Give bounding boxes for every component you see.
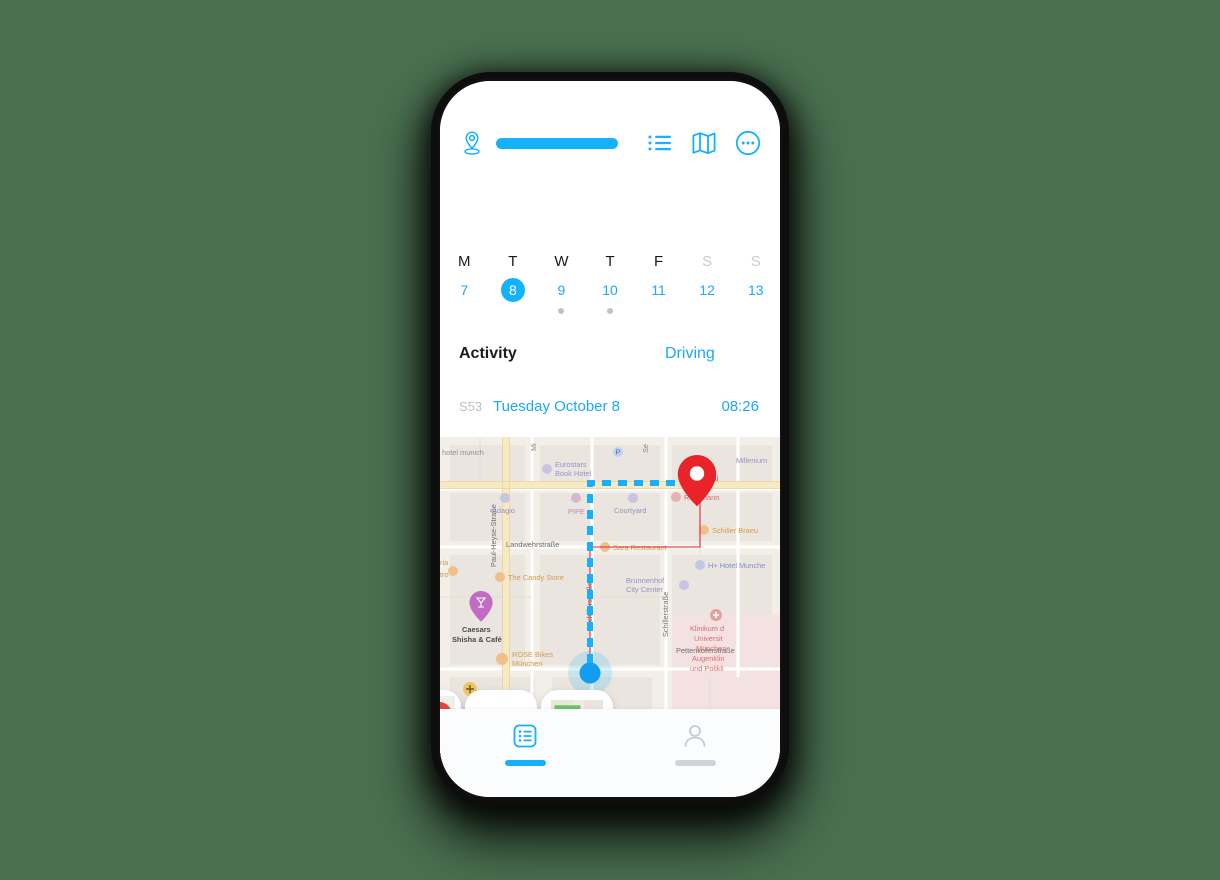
- svg-text:Augenklin: Augenklin: [692, 654, 724, 663]
- trip-time: 08:26: [721, 397, 759, 415]
- day-cell-sat[interactable]: S 12: [683, 253, 732, 325]
- tab-activity[interactable]: [440, 709, 610, 797]
- trip-list-item[interactable]: S53 Tuesday October 8 08:26: [440, 393, 780, 419]
- bottom-tab-bar[interactable]: [440, 709, 780, 797]
- trip-title: Tuesday October 8: [493, 397, 621, 415]
- day-number: 10: [602, 282, 618, 298]
- header-title-redacted: [496, 137, 618, 149]
- svg-text:Landwehrstraße: Landwehrstraße: [506, 540, 559, 549]
- day-number: 11: [651, 282, 666, 298]
- day-letter: S: [702, 253, 713, 270]
- svg-text:Se: Se: [641, 444, 650, 453]
- svg-text:Schillerstraße: Schillerstraße: [661, 592, 670, 637]
- day-cell-sun[interactable]: S 13: [731, 253, 780, 325]
- activity-section-header: Activity Driving: [440, 339, 780, 369]
- svg-text:ROSE Bikes: ROSE Bikes: [512, 650, 553, 659]
- svg-text:hotel munich: hotel munich: [442, 448, 484, 457]
- day-number: 9: [557, 282, 566, 298]
- day-cell-fri[interactable]: F 11: [634, 253, 683, 325]
- list-view-icon[interactable]: [647, 130, 673, 156]
- day-letter: T: [605, 253, 615, 270]
- svg-text:Eurostars: Eurostars: [555, 460, 587, 469]
- svg-text:P: P: [616, 448, 621, 457]
- svg-text:tro: tro: [440, 570, 449, 579]
- day-event-dot: [753, 308, 759, 314]
- day-cell-wed[interactable]: W 9: [537, 253, 586, 325]
- trip-code: S53: [459, 398, 483, 414]
- day-letter: M: [458, 253, 471, 270]
- day-event-dot: [704, 308, 710, 314]
- day-letter: W: [554, 253, 569, 270]
- svg-text:Courtyard: Courtyard: [614, 506, 646, 515]
- svg-text:Schiller Braeu: Schiller Braeu: [712, 526, 758, 535]
- svg-text:Book Hotel: Book Hotel: [555, 469, 592, 478]
- list-document-icon: [512, 723, 538, 749]
- day-event-dot: [461, 308, 467, 314]
- day-number: 12: [699, 282, 715, 298]
- day-letter: S: [750, 253, 761, 270]
- activity-mode-label[interactable]: Driving: [665, 345, 715, 363]
- svg-text:ria: ria: [440, 558, 449, 567]
- day-number: 8: [508, 282, 517, 298]
- week-day-selector[interactable]: M 7 T 8 W 9 T 10 F 11 S 12 S 13: [440, 253, 780, 325]
- svg-text:The Candy Store: The Candy Store: [508, 573, 564, 582]
- tab-profile[interactable]: [610, 709, 780, 797]
- day-cell-thu[interactable]: T 10: [586, 253, 635, 325]
- day-event-dot: [656, 308, 662, 314]
- day-letter: T: [508, 253, 518, 270]
- svg-text:Shisha & Café: Shisha & Café: [452, 635, 502, 644]
- phone-screen: M 7 T 8 W 9 T 10 F 11 S 12 S 13 Activity…: [440, 81, 780, 797]
- day-event-dot: [607, 308, 614, 314]
- app-header: [440, 81, 780, 174]
- day-number: 7: [460, 282, 469, 298]
- map-pin-icon[interactable]: [460, 130, 484, 156]
- more-options-icon[interactable]: [735, 130, 761, 156]
- svg-text:Brunnenhof: Brunnenhof: [626, 576, 665, 585]
- day-number: 13: [747, 282, 764, 298]
- tab-indicator-inactive: [674, 760, 716, 766]
- svg-text:H+ Hotel Munche: H+ Hotel Munche: [708, 561, 765, 570]
- day-event-dot: [510, 308, 516, 314]
- svg-text:München: München: [696, 644, 726, 653]
- tab-indicator-active: [504, 760, 546, 766]
- svg-text:Adagio: Adagio: [492, 506, 515, 515]
- day-cell-tue[interactable]: T 8: [489, 253, 538, 325]
- svg-text:und Polikli: und Polikli: [690, 664, 724, 673]
- svg-text:Mi: Mi: [529, 443, 538, 451]
- day-letter: F: [654, 253, 664, 270]
- svg-text:Klinikum d: Klinikum d: [690, 624, 724, 633]
- svg-text:City Center: City Center: [626, 585, 664, 594]
- svg-text:München: München: [512, 659, 542, 668]
- svg-text:Caesars: Caesars: [462, 625, 491, 634]
- map-view-icon[interactable]: [691, 130, 717, 156]
- day-cell-mon[interactable]: M 7: [440, 253, 489, 325]
- activity-title: Activity: [459, 345, 517, 362]
- svg-text:PIPE: PIPE: [568, 507, 585, 516]
- svg-text:Universit: Universit: [694, 634, 723, 643]
- person-icon: [682, 723, 708, 749]
- day-event-dot: [558, 308, 565, 314]
- svg-text:Millenium: Millenium: [736, 456, 767, 465]
